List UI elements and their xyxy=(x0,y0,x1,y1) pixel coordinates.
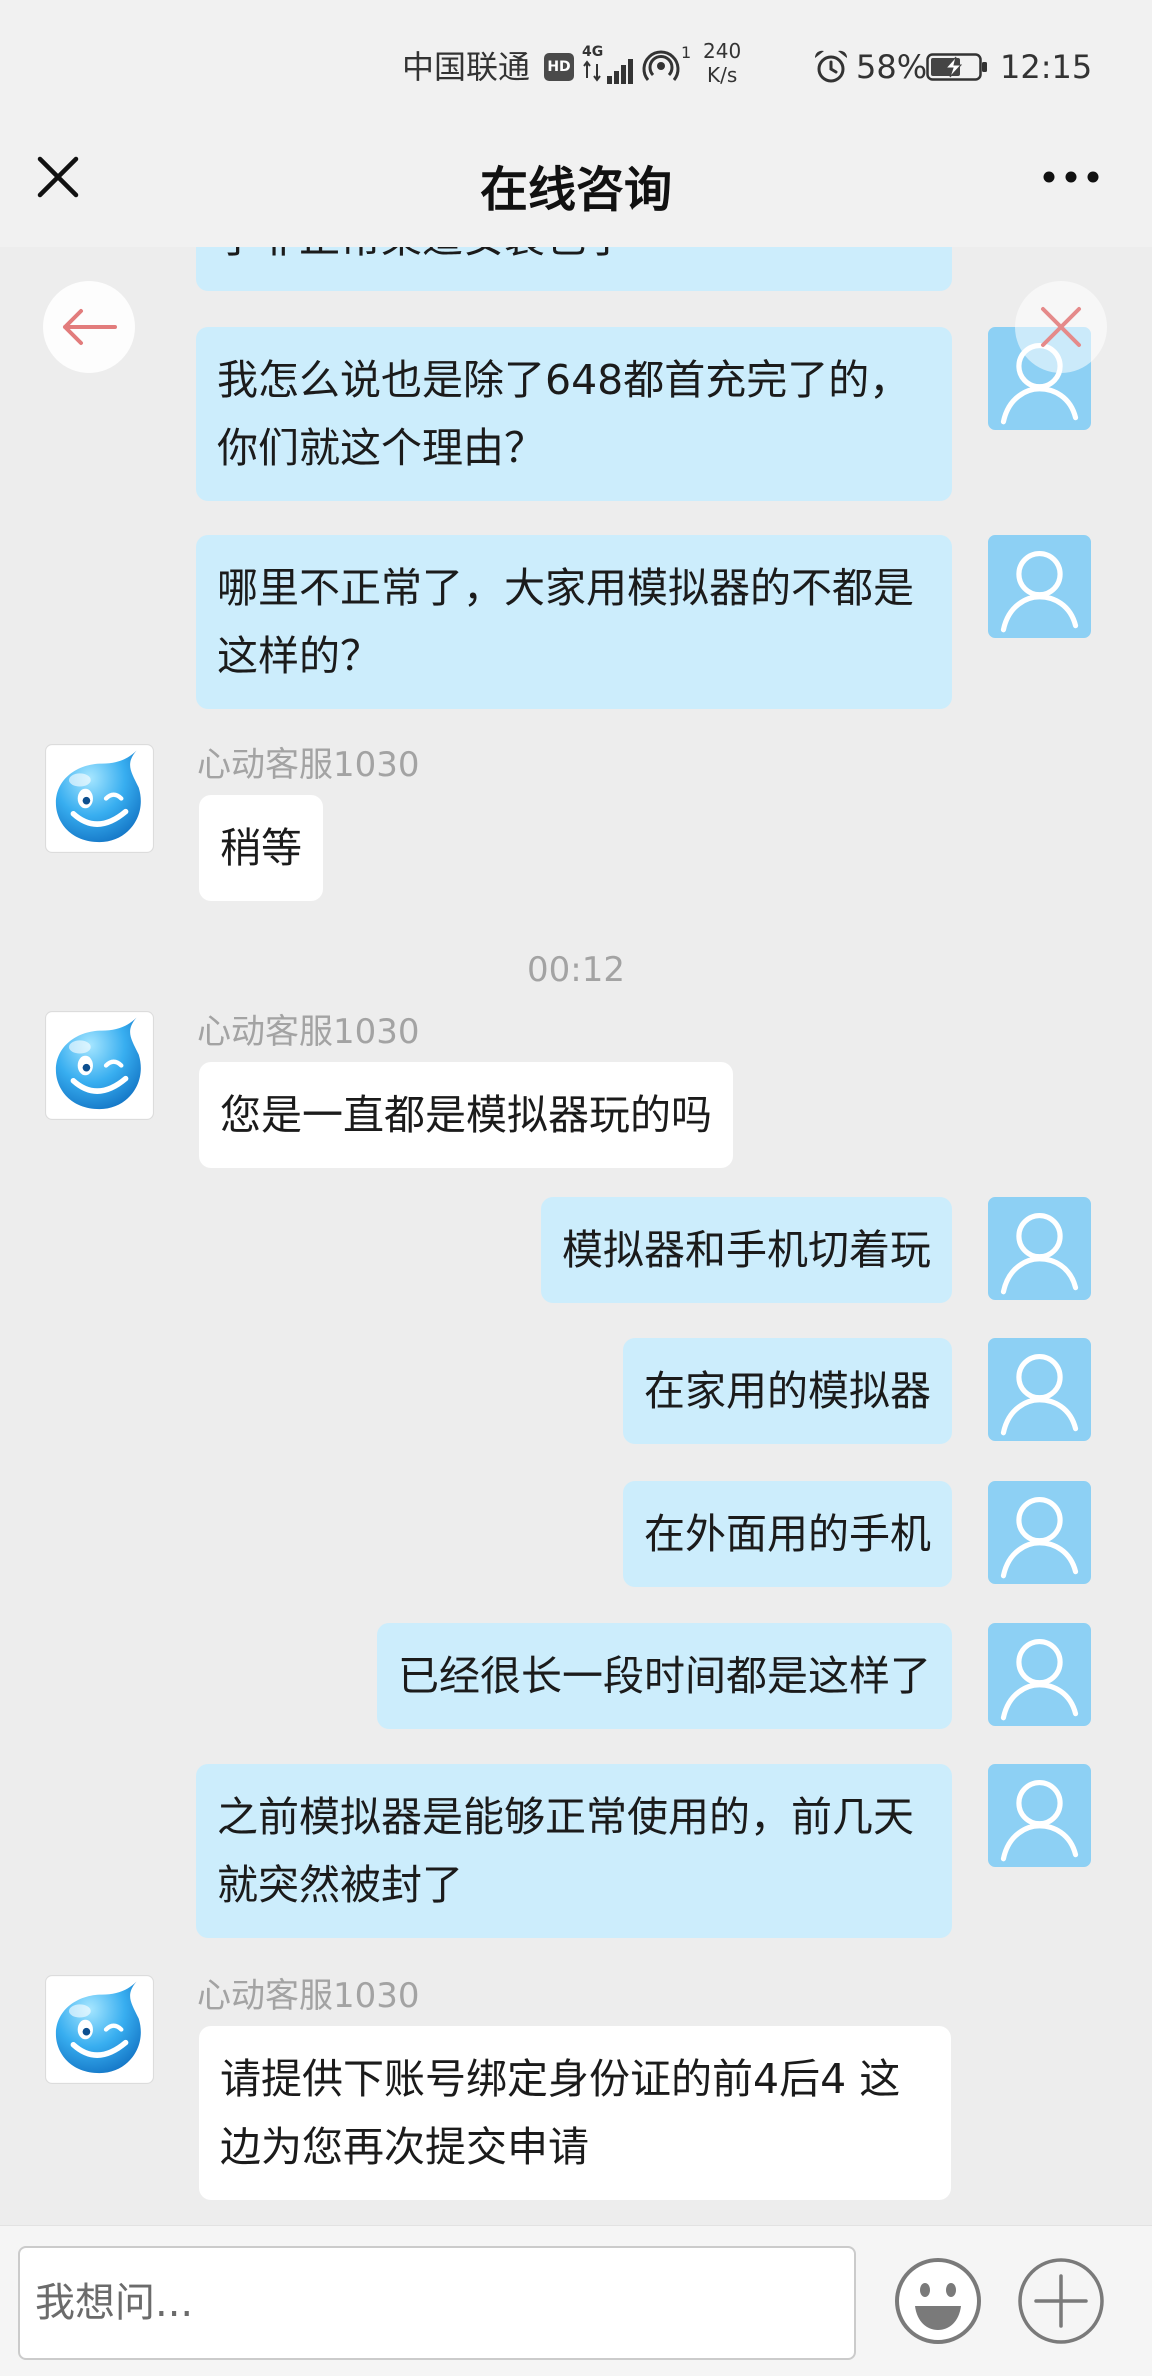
user-avatar[interactable] xyxy=(988,535,1091,638)
message-row: 之前模拟器是能够正常使用的，前几天 就突然被封了 xyxy=(0,1764,1152,1938)
top-bar: 中国联通 HD 4G 1 240 K/s 58% 12:15 在线咨询 xyxy=(0,0,1152,247)
message-row: 在家用的模拟器 xyxy=(0,1338,1152,1444)
agent-avatar[interactable] xyxy=(45,1975,154,2084)
message-row: 哪里不正常了，大家用模拟器的不都是 这样的？ xyxy=(0,535,1152,709)
message-text: 你们就这个理由？ xyxy=(217,424,545,472)
user-message-bubble[interactable]: 已经很长一段时间都是这样了 xyxy=(377,1623,952,1729)
add-attachment-button[interactable] xyxy=(1016,2256,1106,2346)
agent-avatar[interactable] xyxy=(45,1011,154,1120)
network-speed-unit: K/s xyxy=(707,63,738,87)
user-message-bubble[interactable]: 模拟器和手机切着玩 xyxy=(541,1197,952,1303)
network-speed-value: 240 xyxy=(703,39,742,63)
message-text: 哪里不正常了，大家用模拟器的不都是 xyxy=(217,564,914,612)
message-text: 了非正常渠道安装包了 xyxy=(217,247,931,272)
message-row: 模拟器和手机切着玩 xyxy=(0,1197,1152,1303)
alarm-icon xyxy=(814,50,848,83)
close-icon xyxy=(1041,307,1081,347)
user-message-bubble[interactable]: 我怎么说也是除了648都首充完了的， 你们就这个理由？ xyxy=(196,327,952,501)
emoji-button[interactable] xyxy=(893,2256,983,2346)
message-text: 模拟器和手机切着玩 xyxy=(562,1226,931,1274)
user-avatar[interactable] xyxy=(988,1338,1091,1441)
message-text: 我怎么说也是除了648都首充完了的， xyxy=(217,356,911,404)
battery-charging-icon xyxy=(926,53,987,81)
message-text: 稍等 xyxy=(220,824,302,872)
user-avatar[interactable] xyxy=(988,1197,1091,1300)
signal-icon xyxy=(583,59,633,84)
user-message-bubble[interactable]: 之前模拟器是能够正常使用的，前几天 就突然被封了 xyxy=(196,1764,952,1938)
message-text: 在外面用的手机 xyxy=(644,1510,931,1558)
emoji-icon xyxy=(895,2258,981,2344)
agent-name: 心动客服1030 xyxy=(197,745,420,785)
plus-icon xyxy=(1018,2258,1104,2344)
composer-bar xyxy=(0,2225,1152,2376)
message-timestamp: 00:12 xyxy=(527,950,625,990)
carrier-name: 中国联通 xyxy=(402,48,531,86)
message-input[interactable] xyxy=(18,2246,856,2360)
message-text: 这样的？ xyxy=(217,632,381,680)
floating-close-button[interactable] xyxy=(1015,281,1107,373)
message-row: 已经很长一段时间都是这样了 xyxy=(0,1623,1152,1729)
message-row: 心动客服1030 请提供下账号绑定身份证的前4后4 这 边为您再次提交申请 xyxy=(0,1975,1152,2200)
message-text: 在家用的模拟器 xyxy=(644,1367,931,1415)
floating-back-button[interactable] xyxy=(43,281,135,373)
hotspot-count: 1 xyxy=(681,43,692,62)
user-message-bubble[interactable]: 在外面用的手机 xyxy=(623,1481,952,1587)
message-text: 已经很长一段时间都是这样了 xyxy=(398,1652,931,1700)
message-text: 您是一直都是模拟器玩的吗 xyxy=(220,1091,712,1139)
agent-message-bubble[interactable]: 稍等 xyxy=(199,795,323,901)
user-message-bubble[interactable]: 了非正常渠道安装包了 xyxy=(196,247,952,291)
message-text: 请提供下账号绑定身份证的前4后4 这 xyxy=(220,2055,901,2103)
agent-avatar[interactable] xyxy=(45,744,154,853)
user-avatar[interactable] xyxy=(988,1623,1091,1726)
hd-icon: HD xyxy=(544,53,574,81)
message-text: 之前模拟器是能够正常使用的，前几天 xyxy=(217,1793,914,1841)
chat-area[interactable]: 了非正常渠道安装包了 我怎么说也是除了648都首充完了的， 你们就这个理由？ 哪… xyxy=(0,247,1152,2225)
user-message-bubble[interactable]: 在家用的模拟器 xyxy=(623,1338,952,1444)
page-title: 在线咨询 xyxy=(479,162,672,218)
agent-message-bubble[interactable]: 您是一直都是模拟器玩的吗 xyxy=(199,1062,733,1168)
message-text: 边为您再次提交申请 xyxy=(220,2123,589,2171)
agent-name: 心动客服1030 xyxy=(197,1976,420,2016)
user-message-bubble[interactable]: 哪里不正常了，大家用模拟器的不都是 这样的？ xyxy=(196,535,952,709)
battery-percent: 58% xyxy=(856,48,928,86)
agent-message-bubble[interactable]: 请提供下账号绑定身份证的前4后4 这 边为您再次提交申请 xyxy=(199,2026,951,2200)
message-row: 心动客服1030 您是一直都是模拟器玩的吗 xyxy=(0,1011,1152,1168)
clock-time: 12:15 xyxy=(1000,48,1093,86)
user-avatar[interactable] xyxy=(988,1481,1091,1584)
arrow-left-icon xyxy=(63,309,117,345)
user-avatar[interactable] xyxy=(988,1764,1091,1867)
more-icon[interactable] xyxy=(1040,167,1102,187)
agent-name: 心动客服1030 xyxy=(197,1012,420,1052)
message-row: 心动客服1030 稍等 xyxy=(0,744,1152,901)
message-row: 我怎么说也是除了648都首充完了的， 你们就这个理由？ xyxy=(0,327,1152,501)
hotspot-icon xyxy=(642,50,680,81)
message-text: 就突然被封了 xyxy=(217,1861,463,1909)
message-row: 在外面用的手机 xyxy=(0,1481,1152,1587)
